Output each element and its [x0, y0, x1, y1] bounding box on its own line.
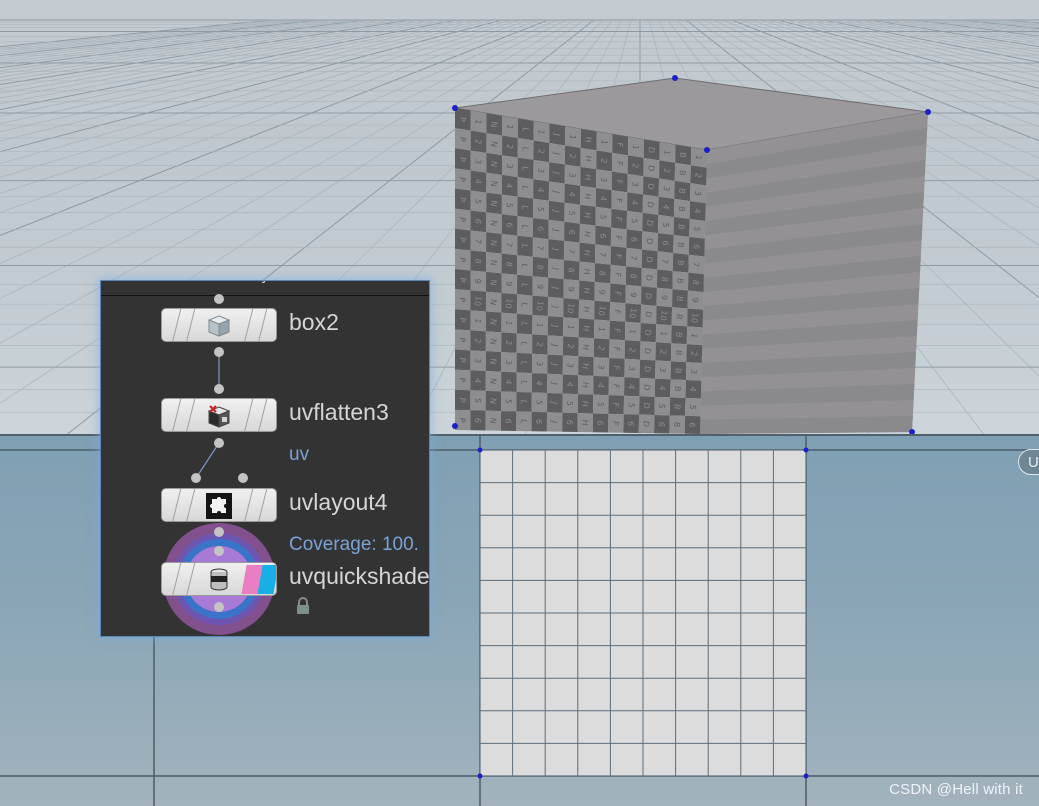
watermark: CSDN @Hell with it: [889, 781, 1023, 798]
uvflatten3-input-dot[interactable]: [214, 384, 224, 394]
box2-output-dot[interactable]: [214, 347, 224, 357]
cube-icon: [206, 313, 232, 339]
node-uvquickshade[interactable]: [161, 562, 277, 596]
cube-front-face: P 1 N 1 L 1 J 1 H 1 F 1 D 1 B 1P 2 N 2 L 2 J 2 H 2 F 2 D 2 B 2P 3 N 3 L 3 J 3…: [455, 108, 707, 434]
puzzle-icon: [206, 493, 232, 519]
box-object[interactable]: P 1 N 1 L 1 J 1 H 1 F 1 D 1 B 1P 2 N 2 L 2 J 2 H 2 F 2 D 2 B 2P 3 N 3 L 3 J 3…: [452, 75, 931, 435]
uv-island[interactable]: [477, 447, 809, 779]
uvflatten-icon: [206, 403, 232, 429]
uvlayout4-info: Coverage: 100.: [289, 534, 419, 555]
node-uvflatten3-label: uvflatten3: [289, 399, 389, 425]
svg-text:10: 10: [658, 310, 669, 322]
node-uvlayout4-label: uvlayout4: [289, 489, 388, 515]
svg-text:10: 10: [503, 298, 514, 310]
svg-text:10: 10: [689, 312, 700, 324]
svg-text:10: 10: [534, 300, 545, 312]
uvlayout4-output-dot[interactable]: [214, 527, 224, 537]
node-network-panel[interactable]: y box2: [101, 281, 429, 636]
lock-icon[interactable]: [295, 597, 311, 615]
uvlayout4-input-dot-2[interactable]: [238, 473, 248, 483]
svg-text:10: 10: [627, 307, 638, 319]
uvflatten3-output-dot[interactable]: [214, 438, 224, 448]
uvlayout4-input-dot-1[interactable]: [191, 473, 201, 483]
box2-input-dot[interactable]: [214, 294, 224, 304]
uvflatten3-info: uv: [289, 444, 310, 465]
svg-text:10: 10: [472, 295, 483, 307]
uvquickshade-input-dot[interactable]: [214, 546, 224, 556]
uv-mode-badge[interactable]: U: [1018, 449, 1039, 475]
node-uvflatten3[interactable]: [161, 398, 277, 432]
node-box2-label: box2: [289, 309, 339, 335]
svg-text:10: 10: [596, 305, 607, 317]
node-uvlayout4[interactable]: [161, 488, 277, 522]
uvquickshade-output-dot[interactable]: [214, 602, 224, 612]
shader-icon: [206, 567, 232, 593]
side-face-shading: [700, 112, 928, 434]
node-box2[interactable]: [161, 308, 277, 342]
svg-text:10: 10: [565, 302, 576, 314]
node-uvquickshade-label: uvquickshade: [289, 563, 429, 589]
